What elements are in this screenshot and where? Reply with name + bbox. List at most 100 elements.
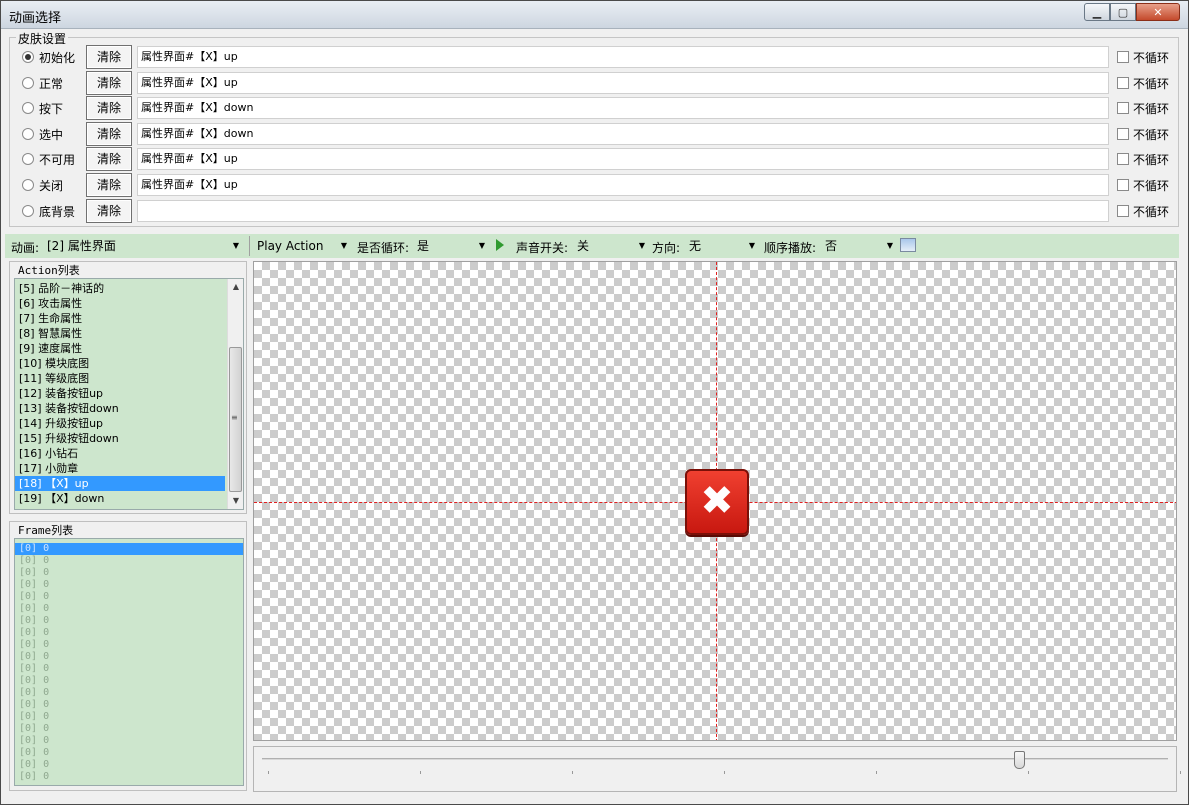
sound-label: 声音开关:: [516, 241, 569, 255]
action-list-item[interactable]: [15] 升级按钮down: [15, 431, 225, 446]
skin-state-radio[interactable]: [22, 51, 34, 63]
window-controls: ▁ ▢ ✕: [1084, 3, 1180, 21]
action-list-item[interactable]: [14] 升级按钮up: [15, 416, 225, 431]
no-loop-checkbox[interactable]: [1117, 76, 1129, 89]
frame-list-item[interactable]: [0] 0: [15, 627, 243, 639]
skin-state-radio[interactable]: [22, 204, 34, 217]
clear-button[interactable]: 清除: [86, 121, 132, 146]
action-list-item[interactable]: [11] 等级底图: [15, 371, 225, 386]
clear-button[interactable]: 清除: [86, 147, 132, 172]
skin-state-radio[interactable]: [22, 76, 34, 89]
sound-select[interactable]: 关 ▼: [573, 235, 649, 257]
no-loop-checkbox[interactable]: [1117, 204, 1129, 217]
skin-path-input[interactable]: 属性界面#【X】up: [137, 174, 1109, 196]
timeline-slider-thumb[interactable]: [1013, 751, 1025, 769]
action-list-item[interactable]: [8] 智慧属性: [15, 326, 225, 341]
frame-list-item[interactable]: [0] 0: [15, 735, 243, 747]
frame-list-item[interactable]: [0] 0: [15, 615, 243, 627]
no-loop-checkbox[interactable]: [1117, 179, 1129, 191]
action-mode-select[interactable]: Play Action ▼: [253, 235, 351, 257]
frame-list-item[interactable]: [0] 0: [15, 711, 243, 723]
skin-state-radio[interactable]: [22, 153, 34, 166]
skin-path-input[interactable]: 属性界面#【X】up: [137, 148, 1109, 171]
frame-list-item[interactable]: [0] 0: [15, 651, 243, 663]
action-list-item[interactable]: [7] 生命属性: [15, 311, 225, 326]
skin-row: 初始化 清除 属性界面#【X】up 不循环: [10, 45, 1180, 69]
timeline-tick: [724, 771, 725, 774]
skin-state-label: 正常: [39, 76, 64, 91]
skin-state-radio[interactable]: [22, 179, 34, 191]
no-loop-checkbox[interactable]: [1117, 102, 1129, 115]
scroll-up-icon[interactable]: ▲: [228, 279, 243, 295]
action-list-item[interactable]: [6] 攻击属性: [15, 296, 225, 311]
frame-list-item[interactable]: [0] 0: [15, 579, 243, 591]
frame-list-item[interactable]: [0] 0: [15, 591, 243, 603]
no-loop-checkbox[interactable]: [1117, 51, 1129, 63]
frame-list-item[interactable]: [0] 0: [15, 747, 243, 759]
scroll-down-icon[interactable]: ▼: [228, 493, 243, 509]
action-list-item[interactable]: [5] 品阶－神话的: [15, 281, 225, 296]
action-list-item[interactable]: [17] 小勋章: [15, 461, 225, 476]
clear-button[interactable]: 清除: [86, 45, 132, 69]
timeline-track[interactable]: [262, 758, 1168, 760]
skin-path-input[interactable]: 属性界面#【X】up: [137, 46, 1109, 68]
frame-list[interactable]: [0] 0 [0] 0 [0] 0 [0] 0 [0] 0 [0] 0 [0] 0 [0] 0…: [14, 538, 244, 786]
no-loop-label: 不循环: [1133, 153, 1170, 168]
close-icon: ✕: [1153, 5, 1163, 19]
animation-select[interactable]: [2] 属性界面 ▼: [43, 235, 243, 257]
action-list-item[interactable]: [12] 装备按钮up: [15, 386, 225, 401]
skin-settings-group: 皮肤设置 初始化 清除 属性界面#【X】up 不循环 正常 清除 属性界面#【X】up 不循环…: [9, 30, 1180, 227]
frame-list-item[interactable]: [0] 0: [15, 567, 243, 579]
scroll-grip-icon: ≡: [231, 413, 238, 422]
chevron-down-icon: ▼: [886, 241, 893, 250]
frame-list-item[interactable]: [0] 0: [15, 687, 243, 699]
skin-path-input[interactable]: [137, 199, 1109, 222]
frame-list-item[interactable]: [0] 0: [15, 723, 243, 735]
action-list-item[interactable]: [9] 速度属性: [15, 341, 225, 356]
frame-list-panel: Frame列表 [0] 0 [0] 0 [0] 0 [0] 0 [0] 0 [0] 0 [0…: [9, 521, 247, 791]
skin-path-input[interactable]: 属性界面#【X】down: [137, 122, 1109, 145]
animation-toolbar: 动画: [2] 属性界面 ▼ Play Action ▼ 是否循环: 是 ▼ 声…: [5, 234, 1179, 258]
skin-path-input[interactable]: 属性界面#【X】up: [137, 71, 1109, 94]
animation-select-value: [2] 属性界面: [47, 239, 116, 253]
clear-button[interactable]: 清除: [86, 96, 132, 121]
loop-select[interactable]: 是 ▼: [413, 235, 489, 257]
action-list-item[interactable]: [18] 【X】up: [15, 476, 225, 491]
maximize-button[interactable]: ▢: [1110, 3, 1136, 21]
close-button[interactable]: ✕: [1136, 3, 1180, 21]
frame-list-item[interactable]: [0] 0: [15, 555, 243, 567]
skin-path-input[interactable]: 属性界面#【X】down: [137, 97, 1109, 120]
preview-canvas[interactable]: ✖: [253, 261, 1177, 741]
frame-list-item[interactable]: [0] 0: [15, 639, 243, 651]
no-loop-checkbox[interactable]: [1117, 127, 1129, 140]
frame-list-item[interactable]: [0] 0: [15, 759, 243, 771]
clear-button[interactable]: 清除: [86, 198, 132, 223]
animation-label: 动画:: [11, 241, 40, 255]
action-list-item[interactable]: [19] 【X】down: [15, 491, 225, 506]
action-list-title: Action列表: [18, 264, 80, 277]
action-list-item[interactable]: [13] 装备按钮down: [15, 401, 225, 416]
frame-list-item[interactable]: [0] 0: [15, 675, 243, 687]
image-icon[interactable]: [900, 238, 916, 252]
clear-button[interactable]: 清除: [86, 173, 132, 197]
frame-list-item[interactable]: [0] 0: [15, 771, 243, 783]
sequence-select[interactable]: 否 ▼: [821, 235, 897, 257]
frame-list-item[interactable]: [0] 0: [15, 603, 243, 615]
no-loop-checkbox[interactable]: [1117, 153, 1129, 166]
frame-list-item[interactable]: [0] 0: [15, 663, 243, 675]
play-icon[interactable]: [496, 239, 504, 251]
action-list-scrollbar[interactable]: ▲ ≡ ▼: [227, 279, 243, 509]
action-list[interactable]: [5] 品阶－神话的 [6] 攻击属性 [7] 生命属性 [8] 智慧属性 [9] 速度…: [14, 278, 244, 510]
clear-button[interactable]: 清除: [86, 70, 132, 95]
minimize-button[interactable]: ▁: [1084, 3, 1110, 21]
skin-state-radio[interactable]: [22, 102, 34, 115]
skin-state-radio[interactable]: [22, 127, 34, 140]
action-list-item[interactable]: [16] 小钻石: [15, 446, 225, 461]
timeline-tick: [1028, 771, 1029, 774]
skin-state-label: 按下: [39, 102, 64, 117]
frame-list-item[interactable]: [0] 0: [15, 543, 243, 555]
skin-row: 选中 清除 属性界面#【X】down 不循环: [10, 121, 1180, 146]
action-list-item[interactable]: [10] 模块底图: [15, 356, 225, 371]
frame-list-item[interactable]: [0] 0: [15, 699, 243, 711]
direction-select[interactable]: 无 ▼: [685, 235, 759, 257]
